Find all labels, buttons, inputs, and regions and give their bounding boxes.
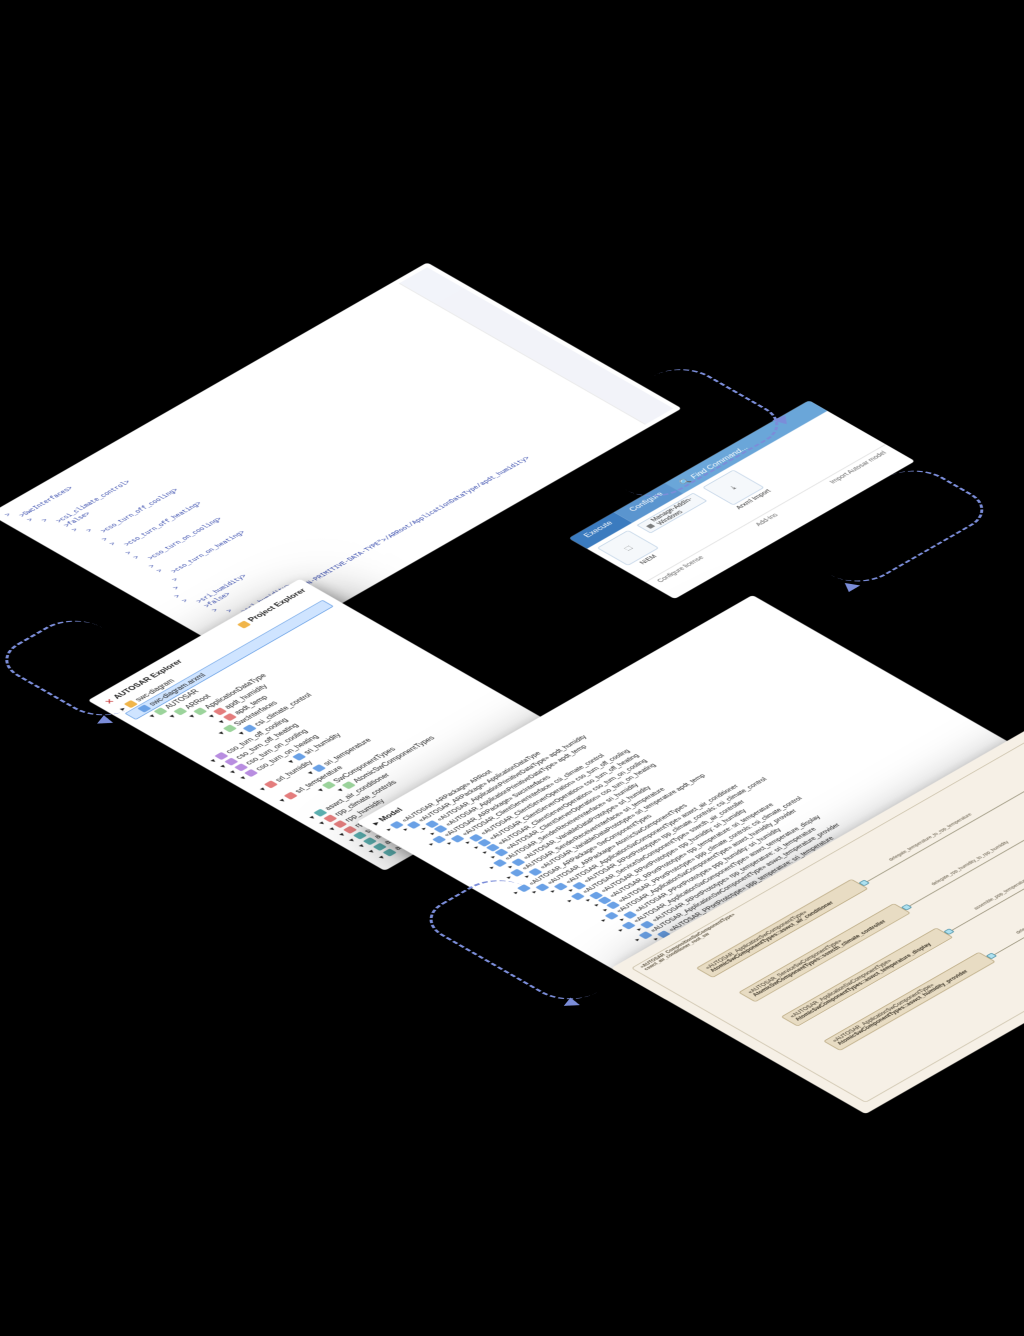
connector-label: assemble_ppp_temperature_to_rpp_temperat…: [973, 855, 1024, 910]
diagram-block-humidity-provider[interactable]: «AUTOSAR_ApplicationSwComponentType» Ato…: [823, 952, 996, 1051]
connector-label: delegate_ppp_humidity_to_climate_control…: [1015, 868, 1024, 935]
connector: [994, 799, 1024, 954]
arrowhead-icon: [841, 583, 860, 593]
node-icon: [402, 860, 416, 868]
port-icon[interactable]: [901, 904, 912, 910]
gear-icon: ⬚: [622, 545, 634, 552]
expand-icon[interactable]: ▾: [395, 865, 408, 871]
node-icon: [412, 866, 426, 871]
port-icon[interactable]: [943, 928, 954, 934]
xml-editor-panel: > >SwcInterfaces> > > >csi_climate_contr…: [0, 262, 682, 659]
window-icon: ▦: [644, 522, 656, 529]
port-icon[interactable]: [986, 953, 997, 959]
arrowhead-icon: [97, 715, 116, 727]
port-icon[interactable]: [858, 880, 869, 886]
connector: [952, 775, 1024, 930]
diagram-block-climate-controller[interactable]: «AUTOSAR_ServiceSwComponentType» AtomicS…: [738, 903, 911, 1002]
connector-label: delegate_rpp_humidity_to_rpp_humidity: [931, 840, 1011, 886]
diagram-block-temperature-display[interactable]: «AUTOSAR_ApplicationSwComponentType» Ato…: [781, 928, 954, 1027]
import-icon: ⤓: [728, 485, 738, 490]
